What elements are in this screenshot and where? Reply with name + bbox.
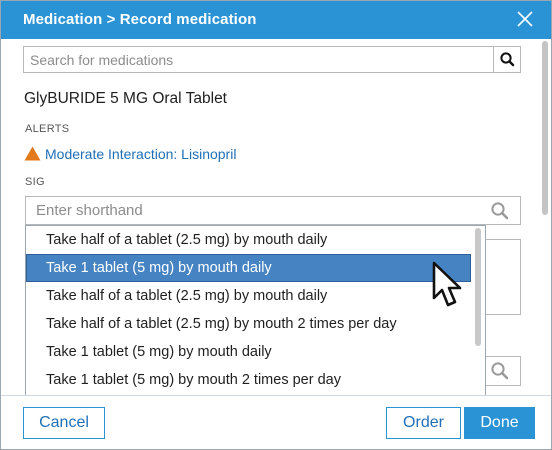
sig-option[interactable]: Take 1 tablet (5 mg) by mouth daily bbox=[26, 338, 471, 366]
sig-option[interactable]: Take half of a tablet (2.5 mg) by mouth … bbox=[26, 282, 471, 310]
cancel-button[interactable]: Cancel bbox=[23, 407, 105, 439]
search-icon[interactable] bbox=[489, 361, 511, 381]
alerts-label: ALERTS bbox=[25, 123, 70, 135]
interaction-alert-link[interactable]: Moderate Interaction: Lisinopril bbox=[45, 146, 236, 162]
medication-search-input[interactable] bbox=[23, 46, 493, 73]
sig-option[interactable]: Take half of a tablet (2.5 mg) by mouth … bbox=[26, 226, 471, 254]
sig-shorthand-input[interactable] bbox=[25, 196, 521, 225]
sig-option[interactable]: Take half of a tablet (2.5 mg) by mouth … bbox=[26, 310, 471, 338]
medication-name: GlyBURIDE 5 MG Oral Tablet bbox=[24, 90, 227, 107]
search-icon[interactable] bbox=[489, 201, 511, 221]
sig-label: SIG bbox=[25, 176, 45, 188]
order-button[interactable]: Order bbox=[386, 407, 461, 439]
dropdown-scrollbar[interactable] bbox=[475, 228, 481, 346]
dialog-footer: Cancel Order Done bbox=[1, 395, 551, 449]
record-medication-dialog: Medication > Record medication GlyBURIDE… bbox=[0, 0, 552, 450]
warning-triangle-icon bbox=[24, 146, 41, 161]
done-button[interactable]: Done bbox=[464, 407, 535, 439]
dialog-title: Medication > Record medication bbox=[23, 11, 257, 28]
sig-option[interactable]: Take 1 tablet (5 mg) by mouth 2 times pe… bbox=[26, 366, 471, 394]
dialog-scrollbar[interactable] bbox=[542, 41, 548, 215]
sig-option-selected[interactable]: Take 1 tablet (5 mg) by mouth daily bbox=[26, 254, 471, 282]
dialog-body: GlyBURIDE 5 MG Oral Tablet ALERTS Modera… bbox=[1, 39, 551, 395]
dialog-titlebar: Medication > Record medication bbox=[1, 1, 551, 39]
sig-suggestions-dropdown: Take half of a tablet (2.5 mg) by mouth … bbox=[25, 225, 486, 395]
medication-search-button[interactable] bbox=[493, 46, 521, 73]
search-icon bbox=[500, 52, 515, 67]
close-icon[interactable] bbox=[513, 9, 537, 31]
